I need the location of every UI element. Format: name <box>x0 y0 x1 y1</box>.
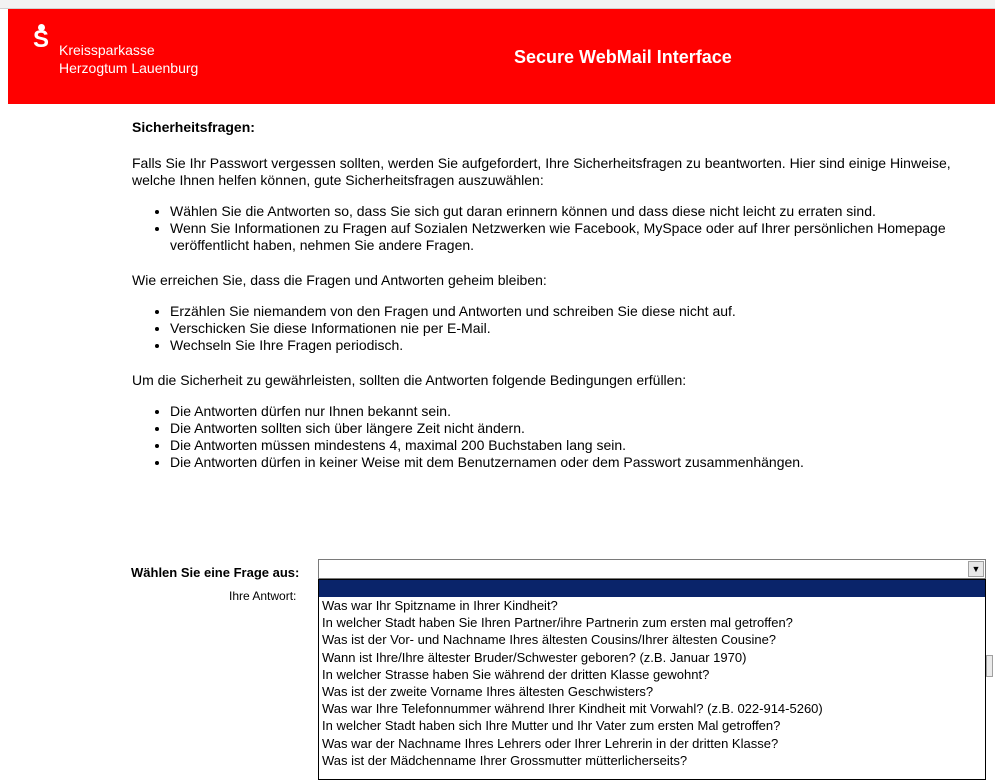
intro-text: Falls Sie Ihr Passwort vergessen sollten… <box>132 155 951 188</box>
bank-name-line1: Kreissparkasse <box>59 42 155 58</box>
scrollbar-stub[interactable] <box>986 655 993 677</box>
list-item: Wechseln Sie Ihre Fragen periodisch. <box>170 337 982 354</box>
list-item: Wählen Sie die Antworten so, dass Sie si… <box>170 203 982 220</box>
dropdown-option[interactable]: Wann ist Ihre/Ihre ältester Bruder/Schwe… <box>319 649 985 666</box>
browser-top-strip <box>0 0 995 9</box>
list-item: Die Antworten sollten sich über längere … <box>170 420 982 437</box>
dropdown-option[interactable]: In welcher Strasse haben Sie während der… <box>319 666 985 683</box>
bank-name-line2: Herzogtum Lauenburg <box>59 60 199 76</box>
dropdown-option[interactable]: Was ist der Mädchenname Ihrer Grossmutte… <box>319 752 985 769</box>
dropdown-option[interactable]: Was ist der zweite Vorname Ihres älteste… <box>319 683 985 700</box>
chevron-down-icon[interactable]: ▼ <box>968 561 984 577</box>
list-item: Wenn Sie Informationen zu Fragen auf Soz… <box>170 220 982 254</box>
list-item: Erzählen Sie niemandem von den Fragen un… <box>170 303 982 320</box>
sparkasse-logo-icon: S <box>32 26 49 53</box>
question-label: Wählen Sie eine Frage aus: <box>131 565 300 580</box>
tips-list: Wählen Sie die Antworten so, dass Sie si… <box>132 203 982 254</box>
question-select[interactable]: ▼ <box>318 559 986 579</box>
bank-name: Kreissparkasse Herzogtum Lauenburg <box>59 41 198 77</box>
conditions-list: Die Antworten dürfen nur Ihnen bekannt s… <box>132 403 982 471</box>
list-item: Die Antworten dürfen nur Ihnen bekannt s… <box>170 403 982 420</box>
list-item: Die Antworten dürfen in keiner Weise mit… <box>170 454 982 471</box>
secrecy-intro-text: Wie erreichen Sie, dass die Fragen und A… <box>132 272 547 288</box>
section-heading: Sicherheitsfragen: <box>132 119 255 135</box>
dropdown-option[interactable]: Was ist der Vor- und Nachname Ihres älte… <box>319 631 985 648</box>
secrecy-list: Erzählen Sie niemandem von den Fragen un… <box>132 303 982 354</box>
list-item: Verschicken Sie diese Informationen nie … <box>170 320 982 337</box>
dropdown-option[interactable]: In welcher Stadt haben Sie Ihren Partner… <box>319 614 985 631</box>
security-info: Sicherheitsfragen: Falls Sie Ihr Passwor… <box>132 115 982 489</box>
question-dropdown-list[interactable]: Was war Ihr Spitzname in Ihrer Kindheit?… <box>318 579 986 780</box>
dropdown-option-empty-selected[interactable] <box>319 580 985 597</box>
dropdown-option[interactable]: In welcher Stadt haben sich Ihre Mutter … <box>319 717 985 734</box>
dropdown-option[interactable]: Was war der Nachname Ihres Lehrers oder … <box>319 735 985 752</box>
page-title: Secure WebMail Interface <box>514 47 732 67</box>
dropdown-option[interactable]: Was war Ihr Spitzname in Ihrer Kindheit? <box>319 597 985 614</box>
list-item: Die Antworten müssen mindestens 4, maxim… <box>170 437 982 454</box>
conditions-intro-text: Um die Sicherheit zu gewährleisten, soll… <box>132 372 687 388</box>
dropdown-option[interactable]: Was war Ihre Telefonnummer während Ihrer… <box>319 700 985 717</box>
answer-label: Ihre Antwort: <box>229 589 297 603</box>
